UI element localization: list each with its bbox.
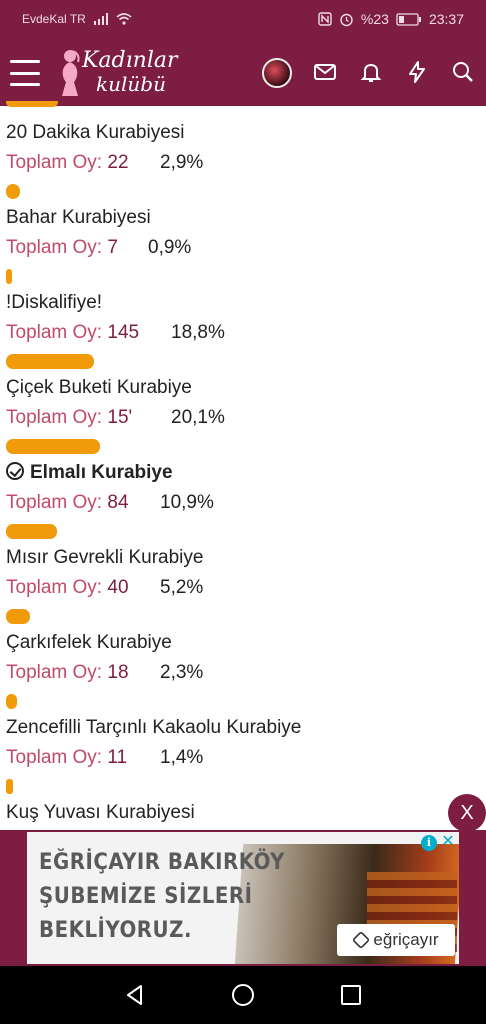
logo-woman-icon (62, 50, 80, 96)
logo-text-top: Kadınlar (82, 48, 178, 73)
vote-count: Toplam Oy: 84 (6, 492, 129, 513)
vote-count: Toplam Oy: 7 (6, 237, 118, 258)
wifi-icon (116, 13, 132, 25)
vote-percent: 0,9% (148, 237, 192, 258)
vote-percent: 5,2% (160, 577, 204, 598)
vote-percent: 10,9% (160, 492, 214, 513)
vote-bar (6, 354, 94, 369)
vote-bar (6, 609, 30, 624)
mail-icon[interactable] (313, 60, 337, 84)
vote-percent: 18,8% (171, 322, 225, 343)
nfc-icon (318, 12, 332, 26)
system-nav-bar (0, 966, 486, 1024)
ad-brand-logo: eğriçayır (337, 924, 455, 956)
vote-count: Toplam Oy: 15' (6, 407, 133, 428)
vote-count: Toplam Oy: 18 (6, 662, 129, 683)
recents-icon[interactable] (338, 982, 364, 1008)
vote-bar (6, 269, 12, 284)
menu-icon[interactable] (10, 60, 40, 86)
back-icon[interactable] (122, 982, 148, 1008)
lightning-icon[interactable] (405, 60, 429, 84)
vote-bar (6, 184, 20, 199)
vote-bar (6, 779, 13, 794)
option-name: !Diskalifiye! (6, 292, 103, 313)
signal-icon (93, 13, 108, 25)
vote-bar (6, 524, 57, 539)
poll-bar-partial (6, 101, 58, 107)
option-name: 20 Dakika Kurabiyesi (6, 122, 185, 143)
vote-count: Toplam Oy: 145 (6, 322, 140, 343)
alarm-icon (340, 13, 353, 26)
ad-info-icon[interactable]: i (421, 835, 437, 851)
brand-hex-icon (352, 930, 371, 950)
vote-count: Toplam Oy: 40 (6, 577, 129, 598)
ad-close-button[interactable]: X (448, 794, 486, 832)
vote-count: Toplam Oy: 22 (6, 152, 129, 173)
check-circle-icon (6, 462, 24, 480)
logo-text-bottom: kulübü (96, 72, 166, 96)
vote-percent: 1,4% (160, 747, 204, 768)
bell-icon[interactable] (359, 60, 383, 84)
search-icon[interactable] (451, 60, 475, 84)
ad-text: EĞRİÇAYIR BAKIRKÖY ŞUBEMİZE SİZLERİ BEKL… (39, 850, 285, 943)
ad-banner[interactable]: EĞRİÇAYIR BAKIRKÖY ŞUBEMİZE SİZLERİ BEKL… (27, 832, 459, 964)
vote-percent: 20,1% (171, 407, 225, 428)
carrier-label: EvdeKal TR (22, 12, 86, 26)
option-name: Zencefilli Tarçınlı Kakaolu Kurabiye (6, 717, 302, 738)
vote-bar (6, 694, 17, 709)
clock: 23:37 (428, 11, 464, 27)
vote-percent: 2,9% (160, 152, 204, 173)
site-logo[interactable]: Kadınlar kulübü (56, 46, 196, 102)
home-icon[interactable] (230, 982, 256, 1008)
battery-percent: %23 (360, 11, 389, 27)
option-name: Elmalı Kurabiye (6, 462, 173, 484)
ad-choices-close-icon[interactable]: ✕ (440, 834, 456, 850)
vote-bar (6, 439, 100, 454)
option-name: Bahar Kurabiyesi (6, 207, 151, 228)
status-bar: EvdeKal TR %23 23:37 (0, 0, 486, 40)
vote-count: Toplam Oy: 11 (6, 747, 128, 768)
user-avatar[interactable] (262, 58, 292, 88)
option-name: Kuş Yuvası Kurabiyesi (6, 802, 195, 823)
option-name: Çarkıfelek Kurabiye (6, 632, 172, 653)
option-name: Mısır Gevrekli Kurabiye (6, 547, 204, 568)
option-name: Çiçek Buketi Kurabiye (6, 377, 192, 398)
vote-percent: 2,3% (160, 662, 204, 683)
battery-icon (396, 12, 421, 26)
